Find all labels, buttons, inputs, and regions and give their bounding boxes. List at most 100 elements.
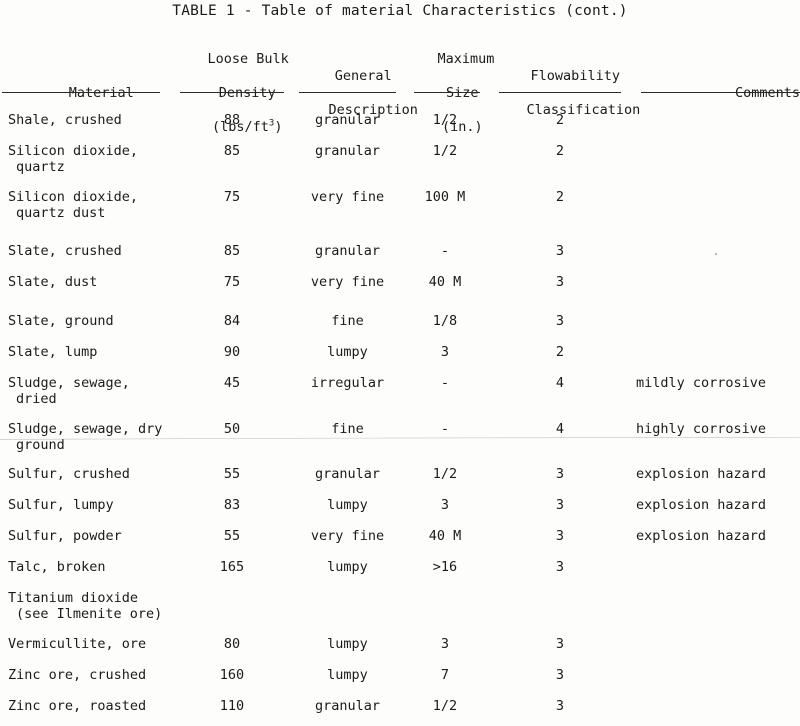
column-header-size-line2: Size: [446, 85, 479, 101]
scan-speck: [715, 253, 717, 255]
cell-size: 1/8: [432, 313, 458, 329]
cell-flowability: 3: [555, 313, 565, 329]
cell-description: fine: [331, 313, 364, 329]
column-header-density-line1: Loose Bulk: [207, 51, 289, 67]
cell-density: 83: [223, 497, 241, 513]
column-header-description-line1: General: [334, 68, 392, 84]
cell-description: granular: [314, 698, 381, 714]
column-header-flowability-line1: Flowability: [530, 68, 620, 84]
cell-flowability: 3: [555, 466, 565, 482]
cell-density: 45: [223, 375, 241, 391]
cell-size: 1/2: [432, 112, 458, 128]
cell-size: >16: [432, 559, 458, 575]
cell-description: very fine: [310, 274, 385, 290]
cell-density: 110: [219, 698, 245, 714]
cell-flowability: 2: [555, 143, 565, 159]
cell-material: Sludge, sewage, dry ground: [8, 421, 183, 453]
cell-description: lumpy: [327, 559, 368, 575]
cell-description: very fine: [310, 528, 385, 544]
cell-density: 160: [219, 667, 245, 683]
material-name: Sludge, sewage,: [8, 375, 130, 391]
cell-density: 85: [223, 243, 241, 259]
cell-material: Titanium dioxide (see Ilmenite ore): [8, 590, 183, 622]
document-page: TABLE 1 - Table of material Characterist…: [0, 0, 800, 726]
material-name: Slate, crushed: [8, 243, 122, 259]
cell-size: 100 M: [424, 189, 466, 205]
cell-flowability: 2: [555, 189, 565, 205]
material-name-continuation: quartz dust: [16, 205, 106, 221]
cell-material: Sulfur, lumpy: [8, 497, 183, 513]
material-name-continuation: (see Ilmenite ore): [16, 606, 163, 622]
cell-description: granular: [314, 112, 381, 128]
cell-description: very fine: [310, 189, 385, 205]
column-header-size: Maximum Size (in.): [405, 34, 495, 153]
material-name: Sludge, sewage, dry: [8, 421, 163, 437]
column-header-comments: Comments: [700, 68, 800, 119]
material-name: Silicon dioxide,: [8, 189, 139, 205]
cell-size: 7: [440, 667, 450, 683]
cell-comments: highly corrosive: [636, 421, 767, 437]
cell-size: -: [440, 243, 450, 259]
cell-flowability: 3: [555, 636, 565, 652]
column-header-comments-label: Comments: [734, 85, 800, 101]
cell-flowability: 3: [555, 667, 565, 683]
cell-description: lumpy: [327, 636, 368, 652]
cell-flowability: 2: [555, 344, 565, 360]
material-name: Talc, broken: [8, 559, 106, 575]
material-name-continuation: quartz: [16, 159, 65, 175]
cell-size: -: [440, 375, 450, 391]
cell-description: granular: [314, 143, 381, 159]
material-name: Sulfur, crushed: [8, 466, 130, 482]
column-header-material-label: Material: [68, 85, 134, 101]
cell-description: fine: [331, 421, 364, 437]
cell-description: lumpy: [327, 344, 368, 360]
cell-material: Sludge, sewage, dried: [8, 375, 183, 407]
cell-density: 85: [223, 143, 241, 159]
cell-flowability: 3: [555, 528, 565, 544]
cell-comments: explosion hazard: [636, 528, 767, 544]
material-name: Slate, dust: [8, 274, 98, 290]
cell-description: lumpy: [327, 497, 368, 513]
material-name: Slate, lump: [8, 344, 98, 360]
cell-flowability: 3: [555, 497, 565, 513]
cell-density: 55: [223, 466, 241, 482]
cell-size: 1/2: [432, 143, 458, 159]
cell-material: Sulfur, powder: [8, 528, 183, 544]
cell-material: Slate, dust: [8, 274, 183, 290]
cell-material: Silicon dioxide, quartz dust: [8, 189, 183, 221]
cell-comments: explosion hazard: [636, 497, 767, 513]
cell-size: 1/2: [432, 698, 458, 714]
cell-comments: explosion hazard: [636, 466, 767, 482]
material-name-continuation: dried: [16, 391, 57, 407]
material-name: Vermicullite, ore: [8, 636, 147, 652]
material-name: Titanium dioxide: [8, 590, 139, 606]
material-name: Shale, crushed: [8, 112, 122, 128]
cell-density: 90: [223, 344, 241, 360]
cell-size: 3: [440, 344, 450, 360]
material-name: Sulfur, powder: [8, 528, 122, 544]
cell-size: 40 M: [428, 274, 462, 290]
header-rule-flowability: [499, 92, 621, 93]
cell-material: Vermicullite, ore: [8, 636, 183, 652]
cell-comments: mildly corrosive: [636, 375, 767, 391]
material-name: Silicon dioxide,: [8, 143, 139, 159]
cell-size: 1/2: [432, 466, 458, 482]
material-name: Zinc ore, crushed: [8, 667, 147, 683]
cell-density: 50: [223, 421, 241, 437]
cell-description: irregular: [310, 375, 385, 391]
header-rule-comments: [641, 92, 800, 93]
cell-flowability: 3: [555, 243, 565, 259]
column-header-size-line1: Maximum: [437, 51, 495, 67]
cell-material: Slate, ground: [8, 313, 183, 329]
cell-description: granular: [314, 466, 381, 482]
column-header-density-line2: Density: [218, 85, 276, 101]
cell-flowability: 3: [555, 698, 565, 714]
cell-density: 75: [223, 274, 241, 290]
material-name: Sulfur, lumpy: [8, 497, 114, 513]
cell-material: Slate, lump: [8, 344, 183, 360]
cell-description: lumpy: [327, 667, 368, 683]
cell-flowability: 2: [555, 112, 565, 128]
page-title: TABLE 1 - Table of material Characterist…: [172, 3, 628, 19]
cell-material: Zinc ore, roasted: [8, 698, 183, 714]
cell-size: 40 M: [428, 528, 462, 544]
